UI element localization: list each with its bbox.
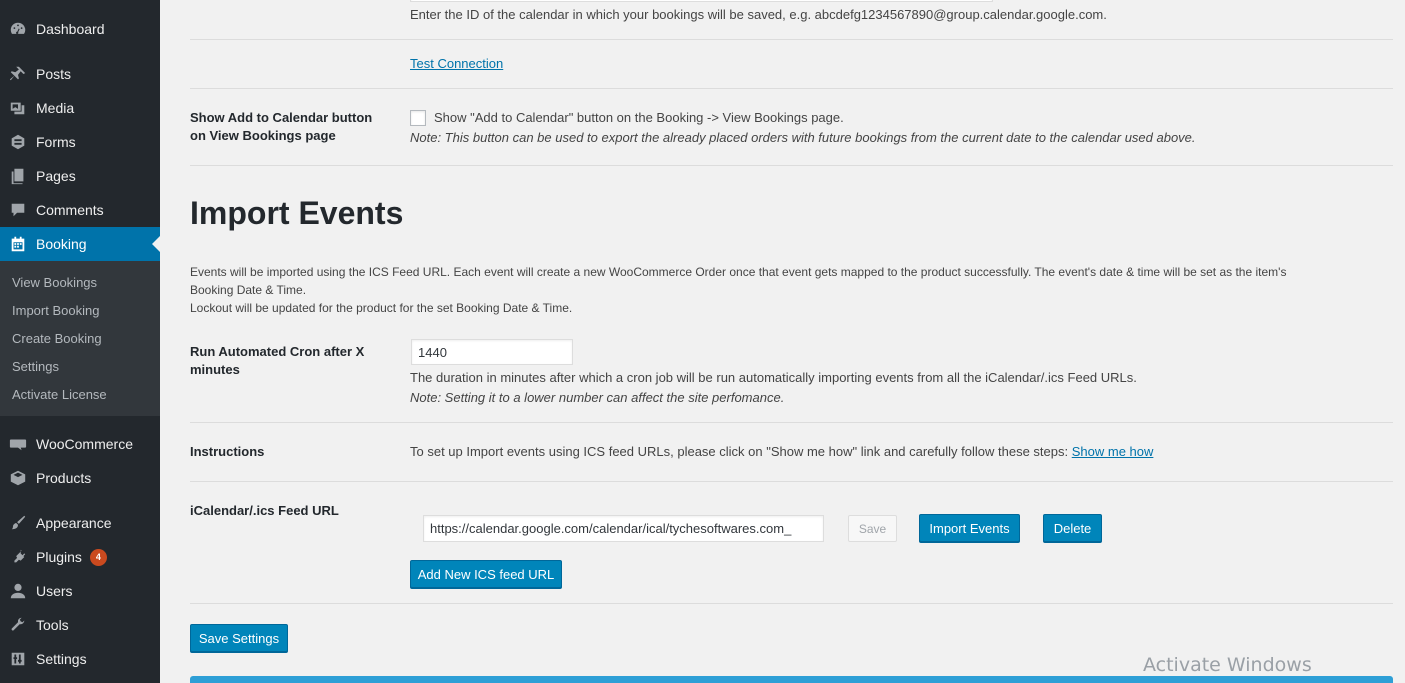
submenu-create-booking[interactable]: Create Booking [12,331,102,346]
menu-pages[interactable]: Pages [0,159,160,193]
calendar-id-input[interactable] [410,0,993,2]
menu-label: Booking [36,236,87,252]
cron-label: Run Automated Cron after X minutes [190,343,364,379]
user-icon [8,581,28,601]
comments-icon [8,200,28,220]
menu-label: Plugins [36,549,82,565]
menu-posts[interactable]: Posts [0,57,160,91]
divider [190,422,1393,423]
menu-label: Posts [36,66,72,82]
menu-products[interactable]: Products [0,461,160,495]
calendar-id-description: Enter the ID of the calendar in which yo… [410,7,1107,22]
menu-label: Pages [36,168,76,184]
cron-description: The duration in minutes after which a cr… [410,370,1137,385]
show-me-how-link[interactable]: Show me how [1072,444,1154,459]
forms-icon [8,132,28,152]
instructions-text: To set up Import events using ICS feed U… [410,444,1153,459]
menu-dashboard[interactable]: Dashboard [0,12,160,46]
divider [190,88,1393,89]
woo-icon [8,434,28,454]
menu-label: WooCommerce [36,436,133,452]
save-settings-button[interactable]: Save Settings [190,624,288,652]
menu-label: Appearance [36,515,112,531]
import-events-button[interactable]: Import Events [919,514,1020,542]
settings-content: Enter the ID of the calendar in which yo… [190,0,1393,683]
media-icon [8,98,28,118]
intro-line: Booking Date & Time. [190,283,307,297]
menu-booking[interactable]: Booking [0,227,160,261]
divider [190,603,1393,604]
submenu-import-booking[interactable]: Import Booking [12,303,99,318]
brush-icon [8,513,28,533]
menu-plugins[interactable]: Plugins 4 [0,540,160,574]
menu-comments[interactable]: Comments [0,193,160,227]
add-new-feed-button[interactable]: Add New ICS feed URL [410,560,562,588]
label-line: Show Add to Calendar button [190,110,373,125]
windows-activation-watermark: Activate Windows [1143,654,1312,676]
import-events-heading: Import Events [190,195,404,231]
booking-submenu: View Bookings Import Booking Create Book… [0,261,160,416]
menu-appearance[interactable]: Appearance [0,506,160,540]
add-to-calendar-label: Show Add to Calendar button on View Book… [190,109,372,145]
feed-save-button[interactable]: Save [848,515,897,542]
label-line: minutes [190,362,240,377]
feed-url-label: iCalendar/.ics Feed URL [190,503,339,518]
cron-note: Note: Setting it to a lower number can a… [410,390,785,405]
wrench-icon [8,615,28,635]
feed-url-input[interactable] [423,515,824,542]
menu-label: Tools [36,617,69,633]
add-to-calendar-checkbox[interactable] [410,110,426,126]
submenu-settings[interactable]: Settings [12,359,59,374]
submenu-view-bookings[interactable]: View Bookings [12,275,97,290]
plugins-update-badge: 4 [89,548,107,566]
add-to-calendar-note: Note: This button can be used to export … [410,130,1196,145]
delete-feed-button[interactable]: Delete [1043,514,1102,542]
test-connection-link[interactable]: Test Connection [410,56,503,71]
submenu-activate-license[interactable]: Activate License [12,387,107,402]
instructions-body: To set up Import events using ICS feed U… [410,444,1069,459]
divider [190,481,1393,482]
pages-icon [8,166,28,186]
import-events-intro: Events will be imported using the ICS Fe… [190,263,1380,317]
add-to-calendar-checkbox-label: Show "Add to Calendar" button on the Boo… [434,110,844,125]
dashboard-icon [8,19,28,39]
pin-icon [8,64,28,84]
cron-minutes-input[interactable] [411,339,573,365]
box-icon [8,468,28,488]
menu-label: Users [36,583,73,599]
bottom-notice-bar [190,676,1393,683]
intro-line: Events will be imported using the ICS Fe… [190,265,1287,279]
admin-sidebar: Dashboard Posts Media Forms Pages Commen… [0,0,160,683]
menu-label: Media [36,100,75,116]
divider [190,39,1393,40]
label-line: Run Automated Cron after X [190,344,365,359]
menu-woocommerce[interactable]: WooCommerce [0,427,160,461]
menu-label: Comments [36,202,104,218]
menu-users[interactable]: Users [0,574,160,608]
calendar-icon [8,234,28,254]
menu-label: Dashboard [36,21,105,37]
intro-line: Lockout will be updated for the product … [190,301,573,315]
menu-settings[interactable]: Settings [0,642,160,676]
instructions-label: Instructions [190,444,265,459]
label-line: on View Bookings page [190,128,336,143]
menu-tools[interactable]: Tools [0,608,160,642]
sliders-icon [8,649,28,669]
divider [190,165,1393,166]
plug-icon [8,547,28,567]
menu-label: Products [36,470,92,486]
menu-media[interactable]: Media [0,91,160,125]
menu-label: Settings [36,651,87,667]
menu-forms[interactable]: Forms [0,125,160,159]
menu-label: Forms [36,134,76,150]
